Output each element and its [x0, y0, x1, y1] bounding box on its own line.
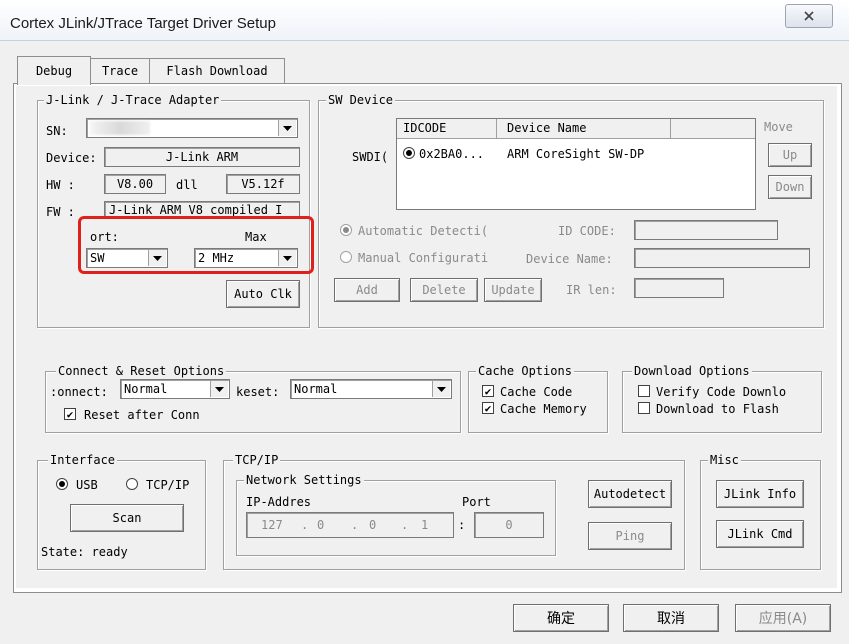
verify-code-download-label: Verify Code Downlo: [656, 385, 787, 399]
delete-button[interactable]: Delete: [410, 278, 478, 302]
window-title: Cortex JLink/JTrace Target Driver Setup: [10, 15, 276, 32]
checkmark-icon: ✔: [484, 401, 492, 415]
move-up-button[interactable]: Up: [768, 143, 812, 167]
tcpip-label: TCP/IP: [146, 478, 190, 492]
ok-button[interactable]: 确定: [513, 604, 609, 632]
scan-button[interactable]: Scan: [70, 504, 184, 532]
device-label: Device:: [46, 151, 97, 165]
close-icon: [804, 11, 814, 21]
port-number-label: Port: [462, 495, 491, 509]
apply-button[interactable]: 应用(A): [735, 604, 831, 632]
autodetect-button[interactable]: Autodetect: [588, 480, 672, 508]
device-name-label: Device Name:: [526, 252, 613, 266]
hw-label: HW :: [46, 178, 75, 192]
port-number-field[interactable]: 0: [474, 512, 544, 538]
ip-address-field[interactable]: 127 . 0 . 0 . 1: [246, 512, 454, 538]
network-settings-label: Network Settings: [244, 473, 364, 487]
ping-button[interactable]: Ping: [588, 522, 672, 550]
download-to-flash-checkbox[interactable]: [638, 402, 650, 414]
interface-group-label: Interface: [48, 453, 118, 467]
tab-flash-download[interactable]: Flash Download: [149, 58, 285, 83]
connect-reset-group-label: Connect & Reset Options: [56, 364, 227, 378]
connect-select[interactable]: Normal: [120, 379, 230, 399]
manual-configuration-radio[interactable]: [340, 251, 352, 263]
chevron-down-icon: [215, 386, 224, 392]
jlink-cmd-button[interactable]: JLink Cmd: [716, 520, 804, 548]
connect-label: :onnect:: [50, 385, 108, 399]
swdi-label: SWDI(: [352, 150, 389, 164]
column-header-idcode[interactable]: IDCODE: [397, 119, 497, 139]
reset-after-connect-label: Reset after Conn: [84, 408, 200, 422]
jlink-info-button[interactable]: JLink Info: [716, 480, 804, 508]
dll-field: V5.12f: [226, 174, 300, 194]
connection-state: State: ready: [41, 545, 128, 559]
hw-field: V8.00: [104, 174, 166, 194]
sn-select[interactable]: [86, 118, 298, 138]
tcpip-group-label: TCP/IP: [233, 453, 281, 467]
dll-label: dll: [176, 178, 198, 192]
reset-select[interactable]: Normal: [290, 379, 452, 399]
auto-clk-button[interactable]: Auto Clk: [226, 280, 300, 308]
manual-configuration-label: Manual Configurati: [358, 251, 489, 265]
checkmark-icon: ✔: [66, 407, 74, 421]
chevron-down-icon: [437, 386, 446, 392]
close-button[interactable]: [785, 4, 833, 28]
ir-len-label: IR len:: [566, 283, 617, 297]
fw-label: FW :: [46, 205, 75, 219]
chevron-down-icon: [283, 125, 292, 131]
checkmark-icon: ✔: [484, 384, 492, 398]
reset-after-connect-checkbox[interactable]: ✔: [64, 408, 76, 420]
download-to-flash-label: Download to Flash: [656, 402, 779, 416]
tcpip-radio[interactable]: [126, 478, 138, 490]
automatic-detection-radio[interactable]: [340, 224, 352, 236]
misc-group: [700, 460, 821, 570]
usb-label: USB: [76, 478, 98, 492]
column-header-device-name[interactable]: Device Name: [497, 119, 671, 139]
ir-len-field[interactable]: [634, 278, 724, 298]
update-button[interactable]: Update: [484, 278, 542, 302]
device-field: J-Link ARM: [104, 147, 300, 167]
misc-group-label: Misc: [708, 453, 741, 467]
download-options-group-label: Download Options: [632, 364, 752, 378]
tab-debug[interactable]: Debug: [17, 56, 91, 85]
automatic-detection-label: Automatic Detecti(: [358, 224, 489, 238]
cache-code-label: Cache Code: [500, 385, 573, 399]
move-label: Move: [764, 120, 793, 134]
cancel-button[interactable]: 取消: [623, 604, 719, 632]
device-row-radio[interactable]: [403, 147, 415, 159]
table-row[interactable]: 0x2BA0... ARM CoreSight SW-DP: [397, 143, 755, 163]
device-name-field[interactable]: [634, 248, 810, 268]
adapter-group-label: J-Link / J-Trace Adapter: [44, 93, 222, 107]
sn-redacted: [90, 121, 150, 135]
cache-memory-label: Cache Memory: [500, 402, 587, 416]
cache-memory-checkbox[interactable]: ✔: [482, 402, 494, 414]
sn-label: SN:: [46, 124, 68, 138]
cache-code-checkbox[interactable]: ✔: [482, 385, 494, 397]
id-code-label: ID CODE:: [558, 224, 616, 238]
verify-code-download-checkbox[interactable]: [638, 385, 650, 397]
add-button[interactable]: Add: [334, 278, 400, 302]
sw-device-group-label: SW Device: [326, 93, 396, 107]
id-code-field[interactable]: [634, 220, 778, 240]
device-list[interactable]: IDCODE Device Name 0x2BA0... ARM CoreSig…: [396, 118, 756, 210]
usb-radio[interactable]: [56, 478, 68, 490]
highlight-box: [78, 216, 314, 274]
ip-address-label: IP-Addres: [246, 495, 312, 509]
reset-label: keset:: [236, 385, 280, 399]
tab-trace[interactable]: Trace: [89, 58, 151, 83]
cache-options-group-label: Cache Options: [476, 364, 574, 378]
move-down-button[interactable]: Down: [768, 175, 812, 199]
